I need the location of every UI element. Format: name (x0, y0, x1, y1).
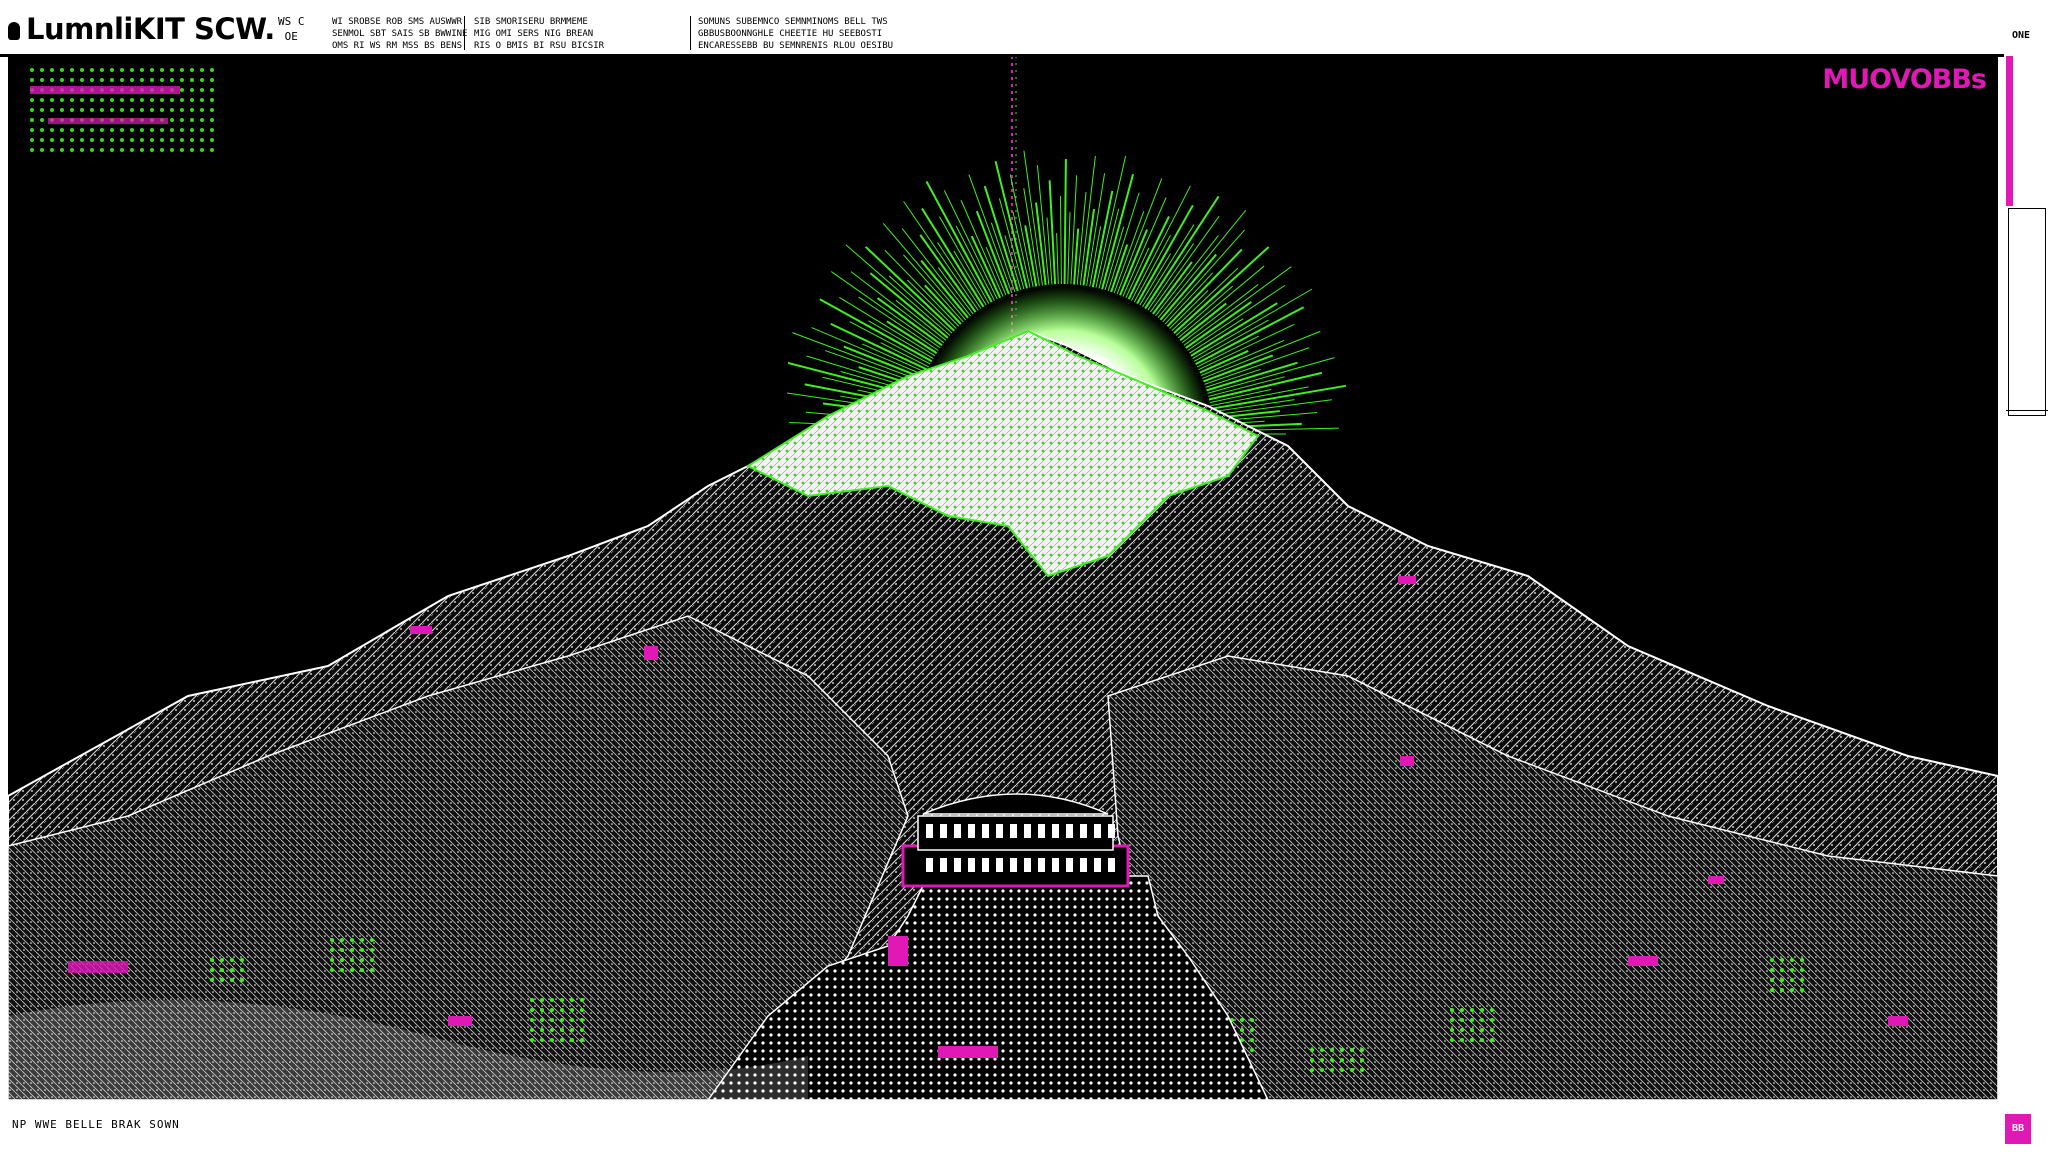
fortress-window (1010, 858, 1017, 872)
sun-ray (792, 332, 923, 382)
fortress-window (1052, 858, 1059, 872)
fortress-window (1066, 858, 1073, 872)
sun-ray (1122, 197, 1167, 297)
fortress-window (940, 824, 947, 838)
masthead-divider (690, 16, 691, 50)
fortress-window (954, 858, 961, 872)
fortress-window (926, 824, 933, 838)
fortress-window (982, 824, 989, 838)
sidebar-text: MAPP IMMEB SUMBRES AVD ARTS SOEN MN SIN … (2046, 58, 2048, 183)
fortress-window (1024, 858, 1031, 872)
masthead-divider (464, 16, 465, 50)
fortress-window (968, 824, 975, 838)
sidebar-accent-strip (2006, 56, 2013, 206)
fortress-window (940, 858, 947, 872)
sun-ray (1063, 159, 1067, 285)
sun-ray (1196, 335, 1260, 368)
masthead-column-1: WI SROBSE ROB SMS AUSWWR SENMOL SBT SAIS… (332, 17, 468, 51)
brand-mark[interactable]: MUOVOBBs (1822, 64, 1987, 95)
frame-top-rule (995, 54, 2004, 57)
sun-ray (1155, 235, 1219, 317)
fortress-window (996, 858, 1003, 872)
masthead-column-3: SOMUNS SUBEMNCO SEMNMINOMS BELL TWS GBBU… (698, 17, 894, 51)
sun-ray (864, 246, 955, 332)
masthead: LumnliKIT SCW. WS C OE WI SROBSE ROB SMS… (0, 0, 1000, 58)
sun-ray (886, 320, 938, 354)
sun-ray (1059, 196, 1062, 285)
right-sidebar: ONE MAPP IMMEB SUMBRES AVD ARTS SOEN MN … (2004, 0, 2048, 1152)
footer-caption: NP WWE BELLE BRAK SOWN (12, 1118, 180, 1131)
sun-ray (1207, 357, 1335, 394)
logo-mark-icon (8, 22, 20, 40)
fortress-window (1094, 858, 1101, 872)
fortress-window (1010, 824, 1017, 838)
dot-matrix-block (30, 68, 220, 158)
fortress-window (982, 858, 989, 872)
fortress-window (1024, 824, 1031, 838)
corner-badge[interactable]: BB (2005, 1114, 2031, 1144)
site-logo[interactable]: LumnliKIT SCW. (8, 12, 275, 46)
fortress-window (1052, 824, 1059, 838)
sun-ray (1012, 211, 1031, 288)
masthead-column-2: SIB SMORISERU BRMMEME MIG OMI SERS NIG B… (474, 17, 605, 51)
artwork-canvas (8, 56, 1998, 1100)
fortress-window (1108, 824, 1115, 838)
sun-ray (1210, 384, 1347, 410)
sun-ray (1056, 233, 1059, 285)
hero-artwork: MUOVOBBs (8, 56, 1998, 1100)
sun-ray (925, 181, 993, 303)
fortress-window (1038, 824, 1045, 838)
site-logo-text: LumnliKIT SCW. (26, 12, 275, 46)
sidebar-corner-label: ONE (2012, 30, 2031, 41)
fortress-window (954, 824, 961, 838)
sidebar-rule (2006, 410, 2048, 411)
fortress-window (1108, 858, 1115, 872)
fortress-window (1066, 824, 1073, 838)
fortress-window (1080, 858, 1087, 872)
masthead-tag: WS C OE (278, 15, 305, 43)
fortress-window (926, 858, 933, 872)
fortress-window (1038, 858, 1045, 872)
sun-ray (1067, 212, 1071, 285)
sun-ray (1162, 229, 1245, 323)
fortress-window (996, 824, 1003, 838)
fortress-window (1080, 824, 1087, 838)
fortress-window (968, 858, 975, 872)
fortress-window (1094, 824, 1101, 838)
